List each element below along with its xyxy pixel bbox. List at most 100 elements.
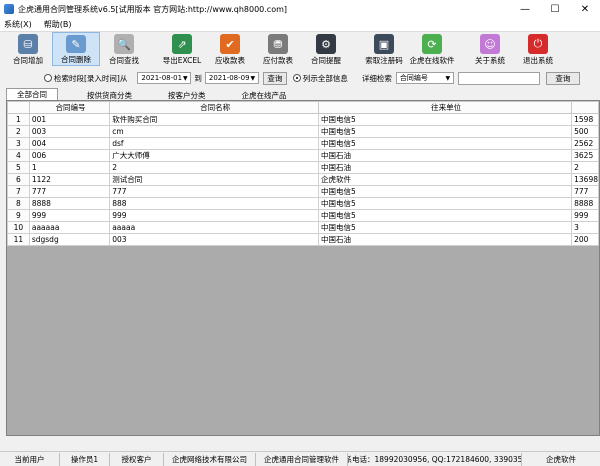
cell-extra[interactable]: 999: [571, 209, 599, 222]
time-range-radio[interactable]: [44, 74, 52, 82]
cell-contract-name[interactable]: 777: [109, 185, 320, 198]
cell-contract-name[interactable]: 测试合同: [109, 173, 320, 186]
cell-contract-id[interactable]: 777: [28, 185, 111, 198]
table-row[interactable]: 9 999 999 中国电信5 999: [7, 209, 599, 222]
date-from-field[interactable]: 2021-08-01 ▼: [137, 72, 192, 84]
col-header-extra[interactable]: [571, 101, 599, 114]
col-header-partner[interactable]: 往来单位: [318, 101, 573, 114]
cell-contract-id[interactable]: 004: [28, 137, 111, 150]
row-number[interactable]: 7: [7, 185, 30, 198]
table-row[interactable]: 8 8888 888 中国电信5 8888: [7, 197, 599, 210]
cell-extra[interactable]: 2562: [571, 137, 599, 150]
toolbar-button-10[interactable]: ⏻ 退出系统: [514, 32, 562, 66]
row-number[interactable]: 8: [7, 197, 30, 210]
cell-contract-name[interactable]: dsf: [109, 137, 320, 150]
detail-query-button[interactable]: 查询: [545, 71, 580, 85]
row-number[interactable]: 11: [7, 233, 30, 246]
toolbar-button-8[interactable]: ⟳ 企虎在线软件: [408, 32, 456, 66]
cell-contract-name[interactable]: 999: [109, 209, 320, 222]
table-row[interactable]: 1 001 软件购买合同 中国电信5 1598: [7, 113, 599, 126]
col-header-contract-id[interactable]: 合同编号: [28, 101, 111, 114]
cell-partner[interactable]: 中国电信5: [318, 197, 573, 210]
toolbar-button-4[interactable]: ✔ 应收款表: [206, 32, 254, 66]
cell-contract-id[interactable]: 1: [28, 161, 111, 174]
toolbar-button-1[interactable]: ✎ 合同删除: [52, 32, 100, 66]
toolbar-button-7[interactable]: ▣ 索取注册码: [360, 32, 408, 66]
col-header-contract-name[interactable]: 合同名称: [109, 101, 320, 114]
row-number[interactable]: 10: [7, 221, 30, 234]
table-row[interactable]: 11 sdgsdg 003 中国石油 200: [7, 233, 599, 246]
cell-partner[interactable]: 中国电信5: [318, 209, 573, 222]
cell-contract-name[interactable]: 888: [109, 197, 320, 210]
cell-partner[interactable]: 中国电信5: [318, 185, 573, 198]
table-row[interactable]: 10 aaaaaa aaaaa 中国电信5 3: [7, 221, 599, 234]
maximize-button[interactable]: ☐: [540, 0, 570, 18]
cell-contract-name[interactable]: 软件购买合同: [109, 113, 320, 126]
tab-by-customer[interactable]: 按客户分类: [157, 89, 217, 100]
cell-partner[interactable]: 中国石油: [318, 161, 573, 174]
cell-extra[interactable]: 13698: [571, 173, 599, 186]
cell-contract-name[interactable]: cm: [109, 125, 320, 138]
cell-contract-id[interactable]: aaaaaa: [28, 221, 111, 234]
cell-partner[interactable]: 中国电信5: [318, 113, 573, 126]
row-number[interactable]: 2: [7, 125, 30, 138]
cell-contract-id[interactable]: sdgsdg: [28, 233, 111, 246]
cell-partner[interactable]: 企虎软件: [318, 173, 573, 186]
cell-contract-name[interactable]: 2: [109, 161, 320, 174]
chevron-down-icon[interactable]: ▼: [181, 74, 189, 82]
cell-contract-id[interactable]: 006: [28, 149, 111, 162]
toolbar-button-3[interactable]: ⇗ 导出EXCEL: [158, 32, 206, 66]
date-to-field[interactable]: 2021-08-09 ▼: [204, 72, 259, 84]
toolbar-button-6[interactable]: ⚙ 合同提醒: [302, 32, 350, 66]
row-number[interactable]: 1: [7, 113, 30, 126]
minimize-button[interactable]: —: [510, 0, 540, 18]
table-row[interactable]: 2 003 cm 中国电信5 500: [7, 125, 599, 138]
cell-contract-id[interactable]: 1122: [28, 173, 111, 186]
tab-online-products[interactable]: 企虎在线产品: [231, 89, 298, 100]
cell-contract-id[interactable]: 003: [28, 125, 111, 138]
menu-help[interactable]: 帮助(B): [44, 19, 72, 30]
cell-partner[interactable]: 中国石油: [318, 149, 573, 162]
cell-extra[interactable]: 2: [571, 161, 599, 174]
field-select[interactable]: 合同编号 ▼: [395, 72, 454, 84]
cell-extra[interactable]: 8888: [571, 197, 599, 210]
table-row[interactable]: 3 004 dsf 中国电信5 2562: [7, 137, 599, 150]
query-button[interactable]: 查询: [262, 71, 287, 85]
row-number[interactable]: 9: [7, 209, 30, 222]
table-row[interactable]: 4 006 广大大师傅 中国石油 3625: [7, 149, 599, 162]
toolbar-button-5[interactable]: ⛃ 应付款表: [254, 32, 302, 66]
cell-extra[interactable]: 777: [571, 185, 599, 198]
cell-contract-id[interactable]: 8888: [28, 197, 111, 210]
cell-extra[interactable]: 200: [571, 233, 599, 246]
chevron-down-icon[interactable]: ▼: [444, 74, 452, 82]
cell-contract-name[interactable]: 003: [109, 233, 320, 246]
row-number[interactable]: 5: [7, 161, 30, 174]
chevron-down-icon[interactable]: ▼: [249, 74, 257, 82]
close-button[interactable]: ✕: [570, 0, 600, 18]
cell-extra[interactable]: 3: [571, 221, 599, 234]
toolbar-button-9[interactable]: ☺ 关于系统: [466, 32, 514, 66]
table-row[interactable]: 7 777 777 中国电信5 777: [7, 185, 599, 198]
cell-extra[interactable]: 1598: [571, 113, 599, 126]
cell-contract-name[interactable]: 广大大师傅: [109, 149, 320, 162]
tab-all-contracts[interactable]: 全部合同: [6, 88, 58, 100]
menu-system[interactable]: 系统(X): [4, 19, 32, 30]
cell-partner[interactable]: 中国电信5: [318, 137, 573, 150]
cell-extra[interactable]: 3625: [571, 149, 599, 162]
keyword-input[interactable]: [457, 71, 540, 85]
cell-extra[interactable]: 500: [571, 125, 599, 138]
table-row[interactable]: 6 1122 测试合同 企虎软件 13698: [7, 173, 599, 186]
table-row[interactable]: 5 1 2 中国石油 2: [7, 161, 599, 174]
tab-by-supplier[interactable]: 按供货商分类: [76, 89, 143, 100]
list-all-radio[interactable]: [292, 74, 301, 82]
cell-contract-name[interactable]: aaaaa: [109, 221, 320, 234]
row-number[interactable]: 4: [7, 149, 30, 162]
row-number[interactable]: 6: [7, 173, 30, 186]
cell-partner[interactable]: 中国石油: [318, 233, 573, 246]
row-number[interactable]: 3: [7, 137, 30, 150]
toolbar-button-2[interactable]: 🔍 合同查找: [100, 32, 148, 66]
cell-partner[interactable]: 中国电信5: [318, 125, 573, 138]
cell-partner[interactable]: 中国电信5: [318, 221, 573, 234]
cell-contract-id[interactable]: 001: [28, 113, 111, 126]
toolbar-button-0[interactable]: ⛁ 合同增加: [4, 32, 52, 66]
